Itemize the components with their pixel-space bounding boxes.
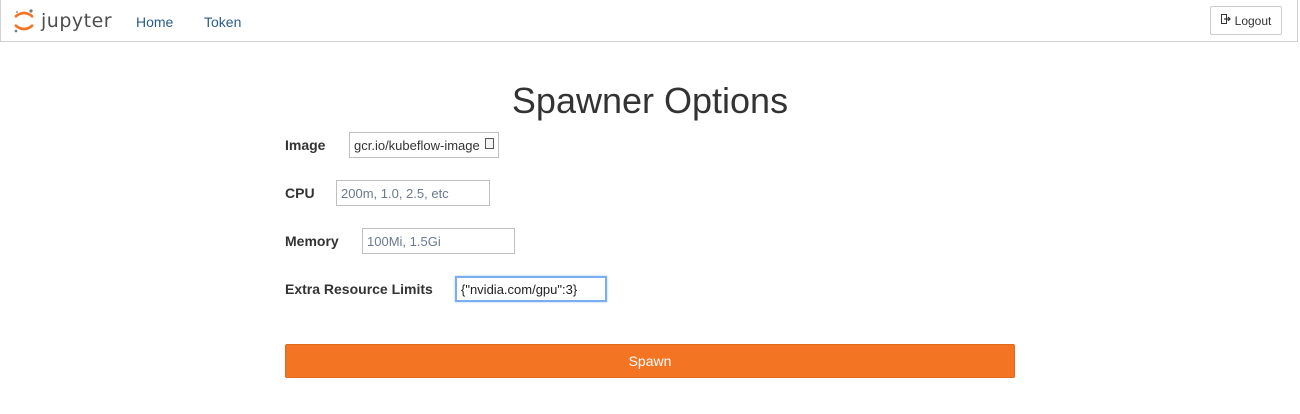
image-label: Image	[285, 137, 326, 153]
field-autofill-icon[interactable]	[485, 138, 494, 149]
page-title: Spawner Options	[511, 80, 789, 121]
nav-link-token[interactable]: Token	[204, 14, 241, 30]
jupyter-logo-icon	[13, 8, 35, 34]
logout-label: Logout	[1234, 13, 1272, 28]
cpu-label: CPU	[285, 185, 315, 201]
cpu-input[interactable]	[336, 180, 490, 206]
spawn-button[interactable]: Spawn	[285, 344, 1015, 378]
extra-resource-limits-label: Extra Resource Limits	[285, 281, 433, 297]
memory-input[interactable]	[362, 228, 515, 254]
sign-out-icon	[1220, 14, 1231, 27]
memory-label: Memory	[285, 233, 339, 249]
logo-wordmark: jupyter	[41, 10, 113, 32]
image-field-wrapper	[349, 132, 499, 158]
nav-link-home[interactable]: Home	[136, 14, 173, 30]
extra-resource-limits-input[interactable]	[455, 276, 607, 302]
image-input[interactable]	[349, 132, 499, 158]
logout-button[interactable]: Logout	[1210, 6, 1282, 35]
jupyter-logo[interactable]: jupyter	[13, 6, 112, 36]
top-navbar: jupyter Home Token Logout	[0, 0, 1298, 42]
